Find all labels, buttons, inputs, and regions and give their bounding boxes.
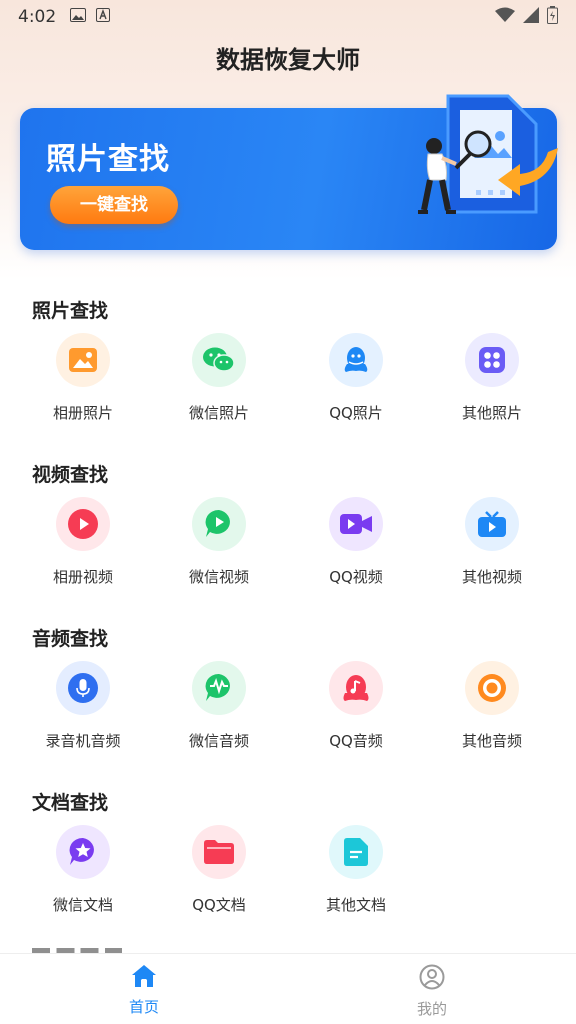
item-label: 其他音频	[461, 732, 522, 750]
wechat-icon	[192, 333, 246, 387]
tv-icon	[465, 497, 519, 551]
star-chat-icon	[56, 825, 110, 879]
wechat-video-icon	[192, 497, 246, 551]
section-title-videos: 视频查找	[32, 464, 109, 486]
other-documents-item[interactable]: 其他文档	[296, 825, 416, 915]
play-icon	[56, 497, 110, 551]
wifi-icon	[495, 7, 515, 28]
wechat-audio-item[interactable]: 微信音频	[159, 661, 279, 751]
status-time: 4:02	[18, 7, 57, 27]
item-label: 录音机音频	[45, 732, 121, 750]
folder-icon	[192, 825, 246, 879]
recorder-audio-item[interactable]: 录音机音频	[23, 661, 143, 751]
album-videos-item[interactable]: 相册视频	[23, 497, 143, 587]
item-label: 其他照片	[461, 404, 522, 422]
photo-album-icon	[56, 333, 110, 387]
qq-documents-item[interactable]: QQ文档	[159, 825, 279, 915]
wechat-documents-item[interactable]: 微信文档	[23, 825, 143, 915]
item-label: 微信文档	[52, 896, 113, 914]
profile-icon	[419, 964, 445, 994]
section-title-photos: 照片查找	[32, 300, 109, 322]
nav-home-label: 首页	[128, 998, 159, 1016]
app-title: 数据恢复大师	[216, 46, 360, 74]
item-label: 其他文档	[325, 896, 386, 914]
qq-audio-item[interactable]: QQ音频	[296, 661, 416, 751]
nav-profile[interactable]: 我的	[392, 964, 472, 1019]
item-label: QQ视频	[329, 568, 383, 586]
status-bar: 4:02	[0, 0, 576, 34]
qq-videos-item[interactable]: QQ视频	[296, 497, 416, 587]
document-icon	[329, 825, 383, 879]
search-file-illustration-icon	[390, 92, 560, 256]
microphone-icon	[56, 661, 110, 715]
video-camera-icon	[329, 497, 383, 551]
section-title-documents: 文档查找	[32, 792, 109, 814]
record-icon	[465, 661, 519, 715]
album-photos-item[interactable]: 相册照片	[23, 333, 143, 423]
nav-home[interactable]: 首页	[104, 964, 184, 1017]
item-label: QQ照片	[329, 404, 383, 422]
item-label: QQ音频	[329, 732, 383, 750]
wechat-videos-item[interactable]: 微信视频	[159, 497, 279, 587]
item-label: 其他视频	[461, 568, 522, 586]
item-label: 微信照片	[188, 404, 249, 422]
section-title-audio: 音频查找	[32, 628, 109, 650]
item-label: QQ文档	[192, 896, 246, 914]
signal-icon	[523, 6, 539, 28]
other-audio-item[interactable]: 其他音频	[432, 661, 552, 751]
home-icon	[131, 965, 157, 992]
item-label: 微信音频	[188, 732, 249, 750]
other-videos-item[interactable]: 其他视频	[432, 497, 552, 587]
grid-apps-icon	[465, 333, 519, 387]
music-note-icon	[329, 661, 383, 715]
text-notification-icon	[96, 7, 111, 27]
photo-search-banner[interactable]: 照片查找 一键查找	[20, 94, 558, 250]
gallery-notification-icon	[70, 7, 87, 27]
item-label: 微信视频	[188, 568, 249, 586]
other-photos-item[interactable]: 其他照片	[432, 333, 552, 423]
qq-photos-item[interactable]: QQ照片	[296, 333, 416, 423]
bottom-navigation: 首页 我的	[0, 953, 576, 1024]
battery-icon	[547, 5, 558, 29]
one-click-search-button[interactable]: 一键查找	[50, 186, 178, 224]
item-label: 相册照片	[52, 404, 113, 422]
item-label: 相册视频	[52, 568, 113, 586]
waveform-icon	[192, 661, 246, 715]
wechat-photos-item[interactable]: 微信照片	[159, 333, 279, 423]
nav-profile-label: 我的	[416, 1000, 447, 1018]
qq-icon	[329, 333, 383, 387]
banner-title: 照片查找	[46, 142, 170, 177]
